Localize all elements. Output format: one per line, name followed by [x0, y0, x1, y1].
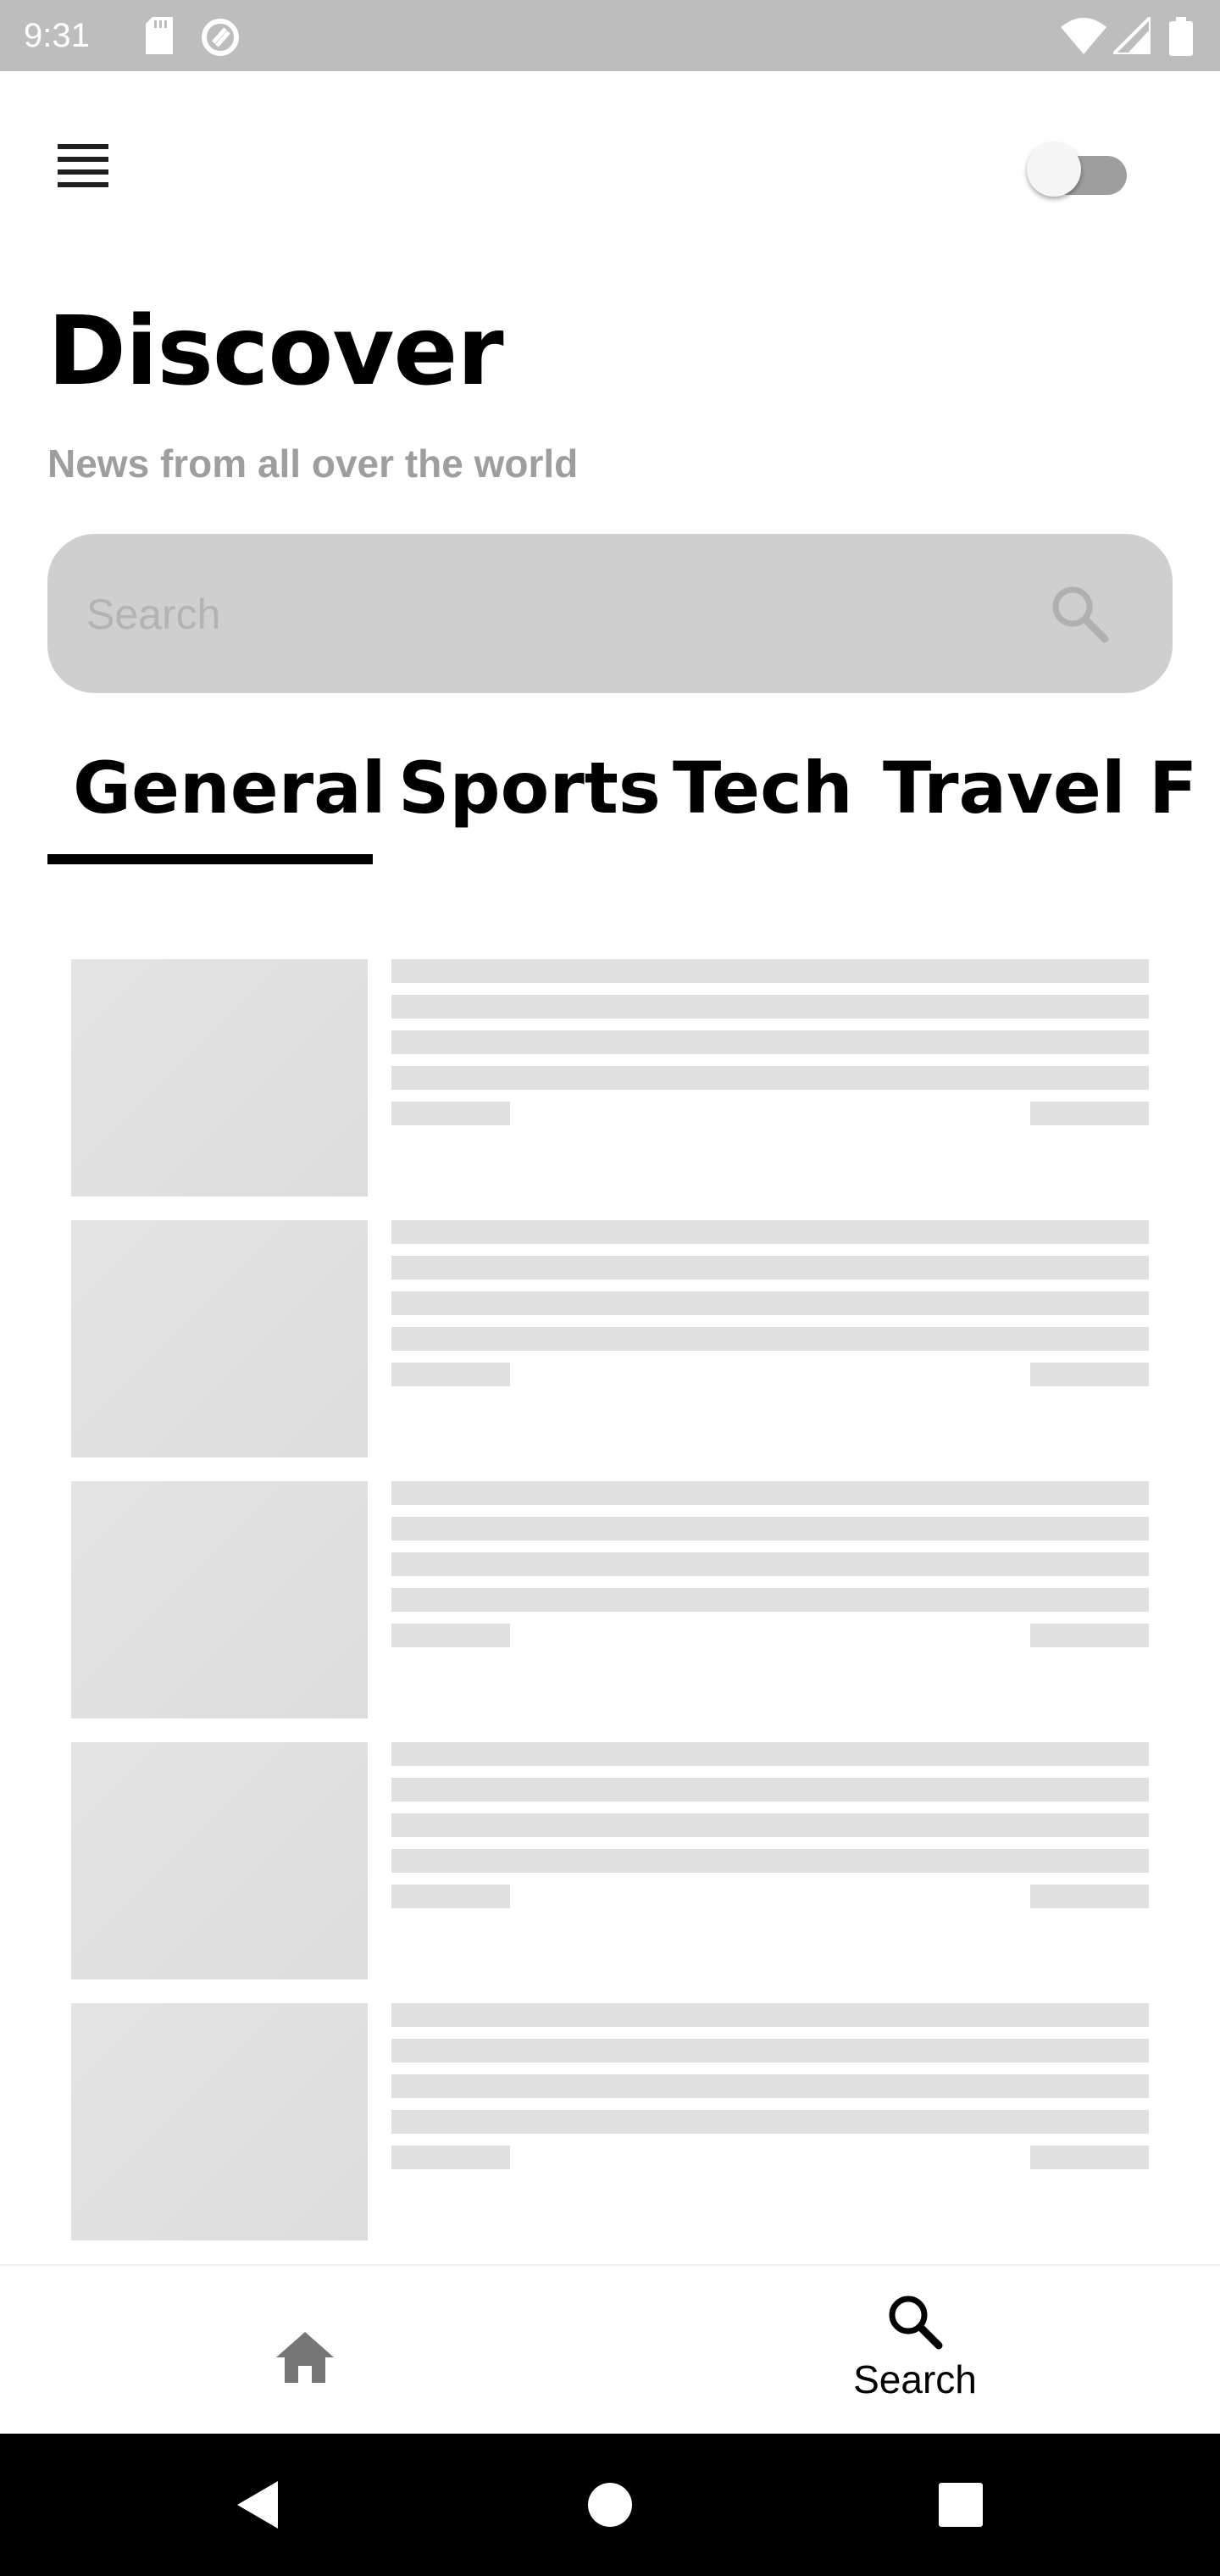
- text-placeholder: [391, 1291, 1149, 1315]
- home-circle-icon[interactable]: [576, 2471, 644, 2539]
- text-placeholder: [391, 2074, 1149, 2098]
- thumbnail-placeholder: [71, 2003, 368, 2240]
- search-input[interactable]: [85, 571, 1020, 658]
- meta-placeholder: [391, 1624, 510, 1647]
- home-icon: [274, 2330, 336, 2388]
- toggle-knob: [1027, 142, 1081, 197]
- thumbnail-placeholder: [71, 959, 368, 1196]
- status-time: 9:31: [24, 17, 90, 54]
- search-bar[interactable]: [47, 534, 1173, 693]
- sd-card-icon: [144, 17, 175, 58]
- thumbnail-placeholder: [71, 1481, 368, 1718]
- meta-placeholder: [1030, 1102, 1149, 1125]
- text-placeholder: [391, 1327, 1149, 1351]
- list-item: [71, 959, 1149, 1220]
- text-placeholder: [391, 1552, 1149, 1576]
- tab-general[interactable]: General: [73, 737, 386, 839]
- meta-placeholder: [1030, 1885, 1149, 1908]
- meta-placeholder: [391, 1885, 510, 1908]
- nav-search-button[interactable]: Search: [813, 2291, 1017, 2418]
- search-icon: [884, 2296, 946, 2356]
- thumbnail-placeholder: [71, 1220, 368, 1457]
- text-placeholder: [391, 1256, 1149, 1280]
- text-placeholder: [391, 1778, 1149, 1802]
- tab-indicator: [47, 854, 373, 864]
- back-icon[interactable]: [222, 2471, 290, 2539]
- status-bar: 9:31: [0, 0, 1220, 71]
- wifi-icon: [1061, 17, 1106, 58]
- text-placeholder: [391, 2039, 1149, 2062]
- tab-sports[interactable]: Sports: [398, 737, 661, 839]
- tab-tech[interactable]: Tech: [673, 737, 853, 839]
- category-tabs: General Sports Tech Travel F: [47, 737, 1220, 873]
- recents-icon[interactable]: [927, 2471, 995, 2539]
- tab-travel[interactable]: Travel: [883, 737, 1126, 839]
- menu-button[interactable]: [47, 132, 119, 203]
- nav-search-label: Search: [853, 2357, 977, 2401]
- meta-placeholder: [1030, 2146, 1149, 2169]
- nav-home-button[interactable]: [254, 2308, 356, 2410]
- meta-placeholder: [1030, 1363, 1149, 1386]
- text-placeholder: [391, 1588, 1149, 1612]
- text-placeholder: [391, 1220, 1149, 1244]
- signal-icon: [1109, 13, 1152, 58]
- text-placeholder: [391, 1849, 1149, 1873]
- list-item: [71, 1220, 1149, 1481]
- page-title: Discover: [47, 297, 504, 407]
- battery-icon: [1169, 17, 1193, 59]
- text-placeholder: [391, 1517, 1149, 1541]
- text-placeholder: [391, 1481, 1149, 1505]
- tab-partial[interactable]: F: [1149, 737, 1197, 839]
- page-subtitle: News from all over the world: [47, 441, 579, 486]
- list-item: [71, 1481, 1149, 1742]
- theme-toggle[interactable]: [1023, 137, 1139, 198]
- text-placeholder: [391, 1066, 1149, 1090]
- system-navigation-bar: [0, 2434, 1220, 2576]
- text-placeholder: [391, 1813, 1149, 1837]
- meta-placeholder: [1030, 1624, 1149, 1647]
- bottom-navigation: Search: [0, 2264, 1220, 2435]
- thumbnail-placeholder: [71, 1742, 368, 1979]
- do-not-disturb-icon: [200, 17, 241, 61]
- meta-placeholder: [391, 1102, 510, 1125]
- text-placeholder: [391, 1030, 1149, 1054]
- menu-icon: [58, 144, 108, 192]
- meta-placeholder: [391, 2146, 510, 2169]
- meta-placeholder: [391, 1363, 510, 1386]
- search-icon[interactable]: [1045, 580, 1113, 647]
- text-placeholder: [391, 959, 1149, 983]
- text-placeholder: [391, 1742, 1149, 1766]
- text-placeholder: [391, 2003, 1149, 2027]
- text-placeholder: [391, 2110, 1149, 2134]
- text-placeholder: [391, 995, 1149, 1019]
- article-list: [71, 959, 1149, 2264]
- list-item: [71, 1742, 1149, 2003]
- list-item: [71, 2003, 1149, 2264]
